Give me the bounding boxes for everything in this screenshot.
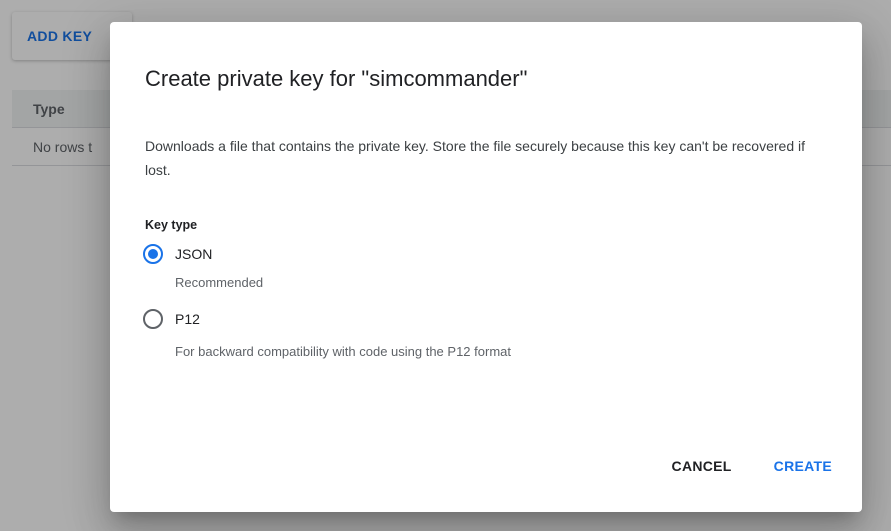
radio-option-json[interactable]: JSON (143, 244, 212, 264)
radio-label-json[interactable]: JSON (175, 246, 212, 262)
radio-sublabel-json: Recommended (175, 275, 264, 290)
create-key-dialog: Create private key for "simcommander" Do… (110, 22, 862, 512)
cancel-button[interactable]: CANCEL (664, 450, 740, 482)
radio-option-p12[interactable]: P12 (143, 309, 200, 329)
radio-label-p12[interactable]: P12 (175, 311, 200, 327)
key-type-label: Key type (145, 218, 198, 232)
dialog-title: Create private key for "simcommander" (145, 66, 528, 91)
radio-unchecked-icon[interactable] (143, 309, 163, 329)
radio-checked-icon[interactable] (143, 244, 163, 264)
dialog-actions: CANCEL CREATE (664, 450, 840, 482)
radio-sublabel-p12: For backward compatibility with code usi… (175, 344, 511, 359)
dialog-description: Downloads a file that contains the priva… (145, 138, 805, 178)
screen: ADD KEY Type No rows t Create private ke… (0, 0, 891, 531)
create-button[interactable]: CREATE (766, 450, 840, 482)
